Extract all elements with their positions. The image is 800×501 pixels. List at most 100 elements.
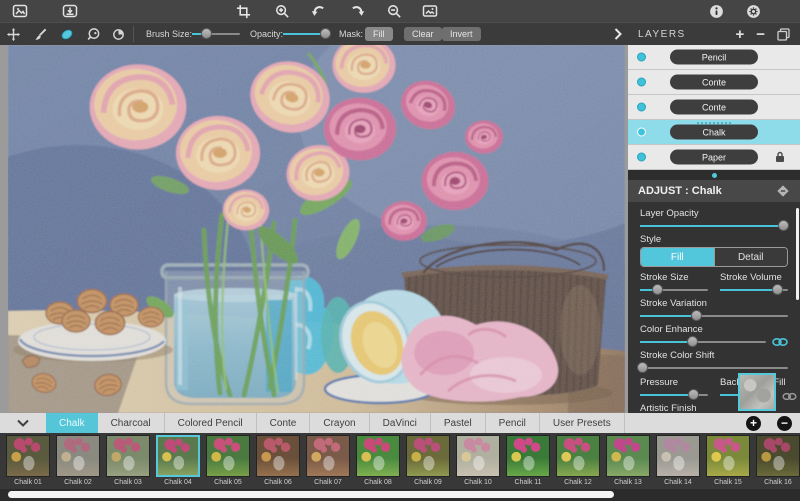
preset-thumb-image[interactable] — [456, 435, 500, 477]
thumbnail-scrollbar[interactable] — [8, 491, 614, 498]
preset-thumb-chalk-05[interactable]: Chalk 05 — [203, 435, 253, 489]
brush-size-slider[interactable] — [192, 28, 240, 40]
layer-visibility-dot[interactable] — [637, 53, 646, 62]
preset-thumb-chalk-07[interactable]: Chalk 07 — [303, 435, 353, 489]
duplicate-layer-icon[interactable] — [777, 28, 790, 41]
preset-tab-pencil[interactable]: Pencil — [486, 413, 540, 433]
preset-thumb-chalk-12[interactable]: Chalk 12 — [553, 435, 603, 489]
mask-invert-button[interactable]: Invert — [442, 27, 481, 41]
preset-thumb-image[interactable] — [306, 435, 350, 477]
layer-row-conte-1[interactable]: Conte — [628, 70, 800, 95]
preset-thumb-image[interactable] — [406, 435, 450, 477]
preset-thumb-image[interactable] — [606, 435, 650, 477]
layer-opacity-label: Layer Opacity — [640, 208, 788, 219]
pressure-slider[interactable] — [640, 389, 708, 401]
preset-thumb-image[interactable] — [206, 435, 250, 477]
paintbrush-tool-icon[interactable] — [31, 25, 49, 43]
zoom-in-icon[interactable] — [272, 1, 292, 21]
link-icon-gray[interactable] — [782, 392, 797, 401]
layer-name-pill[interactable]: Pencil — [670, 50, 758, 65]
layer-row-paper[interactable]: Paper — [628, 145, 800, 170]
preset-thumb-image[interactable] — [556, 435, 600, 477]
chalk-brush-tool-icon[interactable] — [58, 25, 76, 43]
preset-thumb-image[interactable] — [656, 435, 700, 477]
preset-thumb-image[interactable] — [706, 435, 750, 477]
smudge-tool-icon[interactable] — [109, 25, 127, 43]
color-enhance-slider[interactable] — [640, 336, 766, 348]
settings-icon[interactable] — [743, 1, 763, 21]
style-option-detail[interactable]: Detail — [714, 248, 788, 266]
preset-tab-davinci[interactable]: DaVinci — [370, 413, 431, 433]
remove-layer-button[interactable]: − — [756, 27, 765, 42]
mask-clear-button[interactable]: Clear — [404, 27, 442, 41]
preset-tab-chalk[interactable]: Chalk — [46, 413, 98, 433]
preset-tab-colored-pencil[interactable]: Colored Pencil — [165, 413, 257, 433]
move-tool-icon[interactable] — [4, 25, 22, 43]
layer-row-conte-2[interactable]: Conte — [628, 95, 800, 120]
add-preset-button[interactable]: + — [746, 416, 761, 431]
preset-thumb-chalk-08[interactable]: Chalk 08 — [353, 435, 403, 489]
info-icon[interactable] — [706, 1, 726, 21]
preset-tab-crayon[interactable]: Crayon — [310, 413, 369, 433]
preset-thumb-image[interactable] — [506, 435, 550, 477]
preset-thumb-image[interactable] — [106, 435, 150, 477]
preset-thumb-chalk-11[interactable]: Chalk 11 — [503, 435, 553, 489]
thumbnail-scrollbar-track[interactable] — [0, 489, 800, 501]
eraser-tool-icon[interactable] — [84, 25, 102, 43]
preset-thumb-image[interactable] — [156, 435, 200, 477]
preset-thumb-chalk-15[interactable]: Chalk 15 — [703, 435, 753, 489]
preset-tab-user-presets[interactable]: User Presets — [540, 413, 625, 433]
preset-thumb-image[interactable] — [6, 435, 50, 477]
collapse-presets-chevron-icon[interactable] — [0, 413, 46, 433]
layer-opacity-slider[interactable] — [640, 220, 788, 232]
canvas-image[interactable] — [8, 45, 625, 413]
preset-thumb-image[interactable] — [356, 435, 400, 477]
preset-tab-conte[interactable]: Conte — [257, 413, 311, 433]
layer-name-pill[interactable]: Conte — [670, 75, 758, 90]
style-option-fill[interactable]: Fill — [641, 248, 714, 266]
layers-pager[interactable] — [628, 170, 800, 180]
crop-icon[interactable] — [233, 1, 253, 21]
preset-tab-pastel[interactable]: Pastel — [431, 413, 486, 433]
layer-visibility-dot[interactable] — [637, 103, 646, 112]
preset-thumb-chalk-04[interactable]: Chalk 04 — [153, 435, 203, 489]
undo-icon[interactable] — [308, 1, 328, 21]
preset-thumb-chalk-14[interactable]: Chalk 14 — [653, 435, 703, 489]
layer-name-pill[interactable]: Paper — [670, 150, 758, 165]
preset-tab-charcoal[interactable]: Charcoal — [98, 413, 165, 433]
artistic-finish-texture-swatch[interactable] — [738, 373, 776, 411]
stroke-variation-slider[interactable] — [640, 310, 788, 322]
preset-thumb-chalk-01[interactable]: Chalk 01 — [3, 435, 53, 489]
layer-name-pill[interactable]: Chalk — [670, 125, 758, 140]
preset-thumb-chalk-02[interactable]: Chalk 02 — [53, 435, 103, 489]
preset-thumb-chalk-03[interactable]: Chalk 03 — [103, 435, 153, 489]
layer-visibility-dot[interactable] — [637, 78, 646, 87]
adjust-scrollbar[interactable] — [796, 208, 799, 300]
redo-icon[interactable] — [347, 1, 367, 21]
panel-collapse-arrow-icon[interactable] — [614, 28, 622, 40]
preset-thumb-chalk-13[interactable]: Chalk 13 — [603, 435, 653, 489]
layer-name-pill[interactable]: Conte — [670, 100, 758, 115]
preview-icon[interactable] — [420, 1, 440, 21]
stroke-volume-slider[interactable] — [720, 284, 788, 296]
preset-thumb-image[interactable] — [756, 435, 800, 477]
preset-thumb-chalk-10[interactable]: Chalk 10 — [453, 435, 503, 489]
import-photo-icon[interactable] — [60, 1, 80, 21]
layer-row-chalk[interactable]: Chalk — [628, 120, 800, 145]
remove-preset-button[interactable]: − — [777, 416, 792, 431]
preset-thumb-chalk-16[interactable]: Chalk 16 — [753, 435, 800, 489]
preset-thumb-chalk-06[interactable]: Chalk 06 — [253, 435, 303, 489]
layer-visibility-dot[interactable] — [637, 153, 646, 162]
preset-thumb-image[interactable] — [56, 435, 100, 477]
open-image-icon[interactable] — [10, 1, 30, 21]
zoom-out-icon[interactable] — [384, 1, 404, 21]
layer-row-pencil[interactable]: Pencil — [628, 45, 800, 70]
opacity-slider[interactable] — [283, 28, 331, 40]
add-layer-button[interactable]: + — [735, 27, 744, 42]
link-icon[interactable] — [772, 337, 788, 347]
preset-thumb-chalk-09[interactable]: Chalk 09 — [403, 435, 453, 489]
stroke-size-slider[interactable] — [640, 284, 708, 296]
preset-thumb-image[interactable] — [256, 435, 300, 477]
mask-fill-button[interactable]: Fill — [365, 27, 393, 41]
layer-visibility-dot[interactable] — [637, 128, 646, 137]
